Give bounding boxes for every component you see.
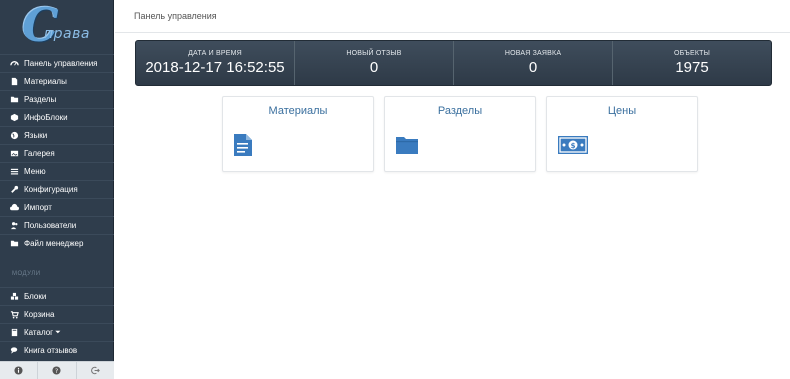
sidebar-item-label: Каталог — [24, 328, 54, 337]
dashboard-icon — [10, 59, 20, 69]
sidebar-item-label: Книга отзывов — [24, 346, 78, 355]
sidebar-item-label: Меню — [24, 167, 46, 176]
sidebar-item-label: ИнфоБлоки — [24, 113, 68, 122]
stat-objects[interactable]: ОБЪЕКТЫ 1975 — [613, 41, 771, 85]
svg-text:?: ? — [55, 367, 58, 374]
sidebar-item-cart[interactable]: Корзина — [0, 305, 114, 323]
sidebar-item-guestbook[interactable]: Книга отзывов — [0, 341, 114, 359]
sidebar-footer: ? — [0, 361, 114, 379]
sidebar-item-import[interactable]: Импорт — [0, 198, 114, 216]
page-header: Панель управления — [115, 0, 790, 33]
card-title: Разделы — [437, 105, 483, 117]
help-button[interactable]: ? — [38, 362, 77, 379]
logo-word: права — [44, 26, 90, 42]
logout-icon — [90, 362, 100, 379]
stat-value: 0 — [528, 59, 538, 76]
stat-new-request[interactable]: НОВАЯ ЗАЯВКА 0 — [454, 41, 613, 85]
cubes-icon — [10, 292, 20, 302]
sidebar-modules: Блоки Корзина Каталог ⏷ Книга отзывов — [0, 287, 114, 359]
sidebar-item-configuration[interactable]: Конфигурация — [0, 180, 114, 198]
book-icon — [10, 328, 20, 338]
sidebar-item-file-manager[interactable]: Файл менеджер — [0, 234, 114, 252]
stat-value: 2018-12-17 16:52:55 — [145, 59, 285, 76]
cloud-upload-icon — [10, 203, 20, 213]
money-icon: $ — [557, 135, 589, 160]
sidebar-item-label: Блоки — [24, 292, 47, 301]
sidebar-item-label: Файл менеджер — [24, 239, 84, 248]
card-sections[interactable]: Разделы — [384, 96, 536, 172]
card-title: Материалы — [268, 105, 328, 117]
sidebar-nav: Панель управления Материалы Разделы Инфо… — [0, 54, 114, 252]
page-title: Панель управления — [134, 11, 217, 21]
svg-text:$: $ — [571, 142, 576, 150]
sidebar-item-label: Корзина — [24, 310, 55, 319]
stat-label: НОВЫЙ ОТЗЫВ — [346, 50, 402, 57]
folder-icon — [10, 95, 20, 105]
sidebar-item-label: Разделы — [24, 95, 57, 104]
sidebar: C права Панель управления Материалы Разд… — [0, 0, 114, 379]
sidebar-item-infoblocks[interactable]: ИнфоБлоки — [0, 108, 114, 126]
logout-button[interactable] — [77, 362, 114, 379]
sidebar-item-dashboard[interactable]: Панель управления — [0, 54, 114, 72]
sidebar-item-label: Галерея — [24, 149, 55, 158]
menu-icon — [10, 167, 20, 177]
sidebar-item-label: Языки — [24, 131, 48, 140]
comments-icon — [10, 346, 20, 356]
sidebar-item-languages[interactable]: Языки — [0, 126, 114, 144]
sidebar-item-menu[interactable]: Меню — [0, 162, 114, 180]
document-icon — [233, 133, 253, 162]
stat-value: 1975 — [675, 59, 709, 76]
stat-datetime: ДАТА И ВРЕМЯ 2018-12-17 16:52:55 — [136, 41, 295, 85]
file-icon — [10, 77, 20, 87]
sidebar-item-label: Панель управления — [24, 59, 98, 68]
sidebar-item-catalog[interactable]: Каталог ⏷ — [0, 323, 114, 341]
stats-bar: ДАТА И ВРЕМЯ 2018-12-17 16:52:55 НОВЫЙ О… — [135, 40, 772, 86]
card-prices[interactable]: Цены $ — [546, 96, 698, 172]
info-button[interactable] — [0, 362, 39, 379]
stat-label: ОБЪЕКТЫ — [674, 50, 710, 57]
sidebar-item-blocks[interactable]: Блоки — [0, 287, 114, 305]
sidebar-item-materials[interactable]: Материалы — [0, 72, 114, 90]
help-icon: ? — [52, 362, 62, 379]
info-icon — [14, 362, 23, 379]
sidebar-item-label: Материалы — [24, 77, 67, 86]
sidebar-item-label: Пользователи — [24, 221, 77, 230]
folder-icon — [10, 239, 20, 249]
logo[interactable]: C права — [0, 0, 114, 54]
users-icon — [10, 221, 20, 231]
stat-value: 0 — [369, 59, 379, 76]
folder-icon — [395, 135, 419, 160]
sidebar-item-label: Импорт — [24, 203, 52, 212]
wrench-icon — [10, 185, 20, 195]
globe-icon — [10, 131, 20, 141]
card-materials[interactable]: Материалы — [222, 96, 374, 172]
sidebar-item-users[interactable]: Пользователи — [0, 216, 114, 234]
sidebar-item-label: Конфигурация — [24, 185, 78, 194]
catalog-caret-icon: ⏷ — [55, 328, 61, 336]
modules-section-label: МОДУЛИ — [12, 271, 41, 277]
stat-label: ДАТА И ВРЕМЯ — [188, 50, 242, 57]
cube-icon — [10, 113, 20, 123]
cart-icon — [10, 310, 20, 320]
sidebar-item-sections[interactable]: Разделы — [0, 90, 114, 108]
image-icon — [10, 149, 20, 159]
sidebar-item-gallery[interactable]: Галерея — [0, 144, 114, 162]
stat-label: НОВАЯ ЗАЯВКА — [504, 50, 562, 57]
card-title: Цены — [607, 105, 637, 117]
stat-new-review[interactable]: НОВЫЙ ОТЗЫВ 0 — [295, 41, 454, 85]
